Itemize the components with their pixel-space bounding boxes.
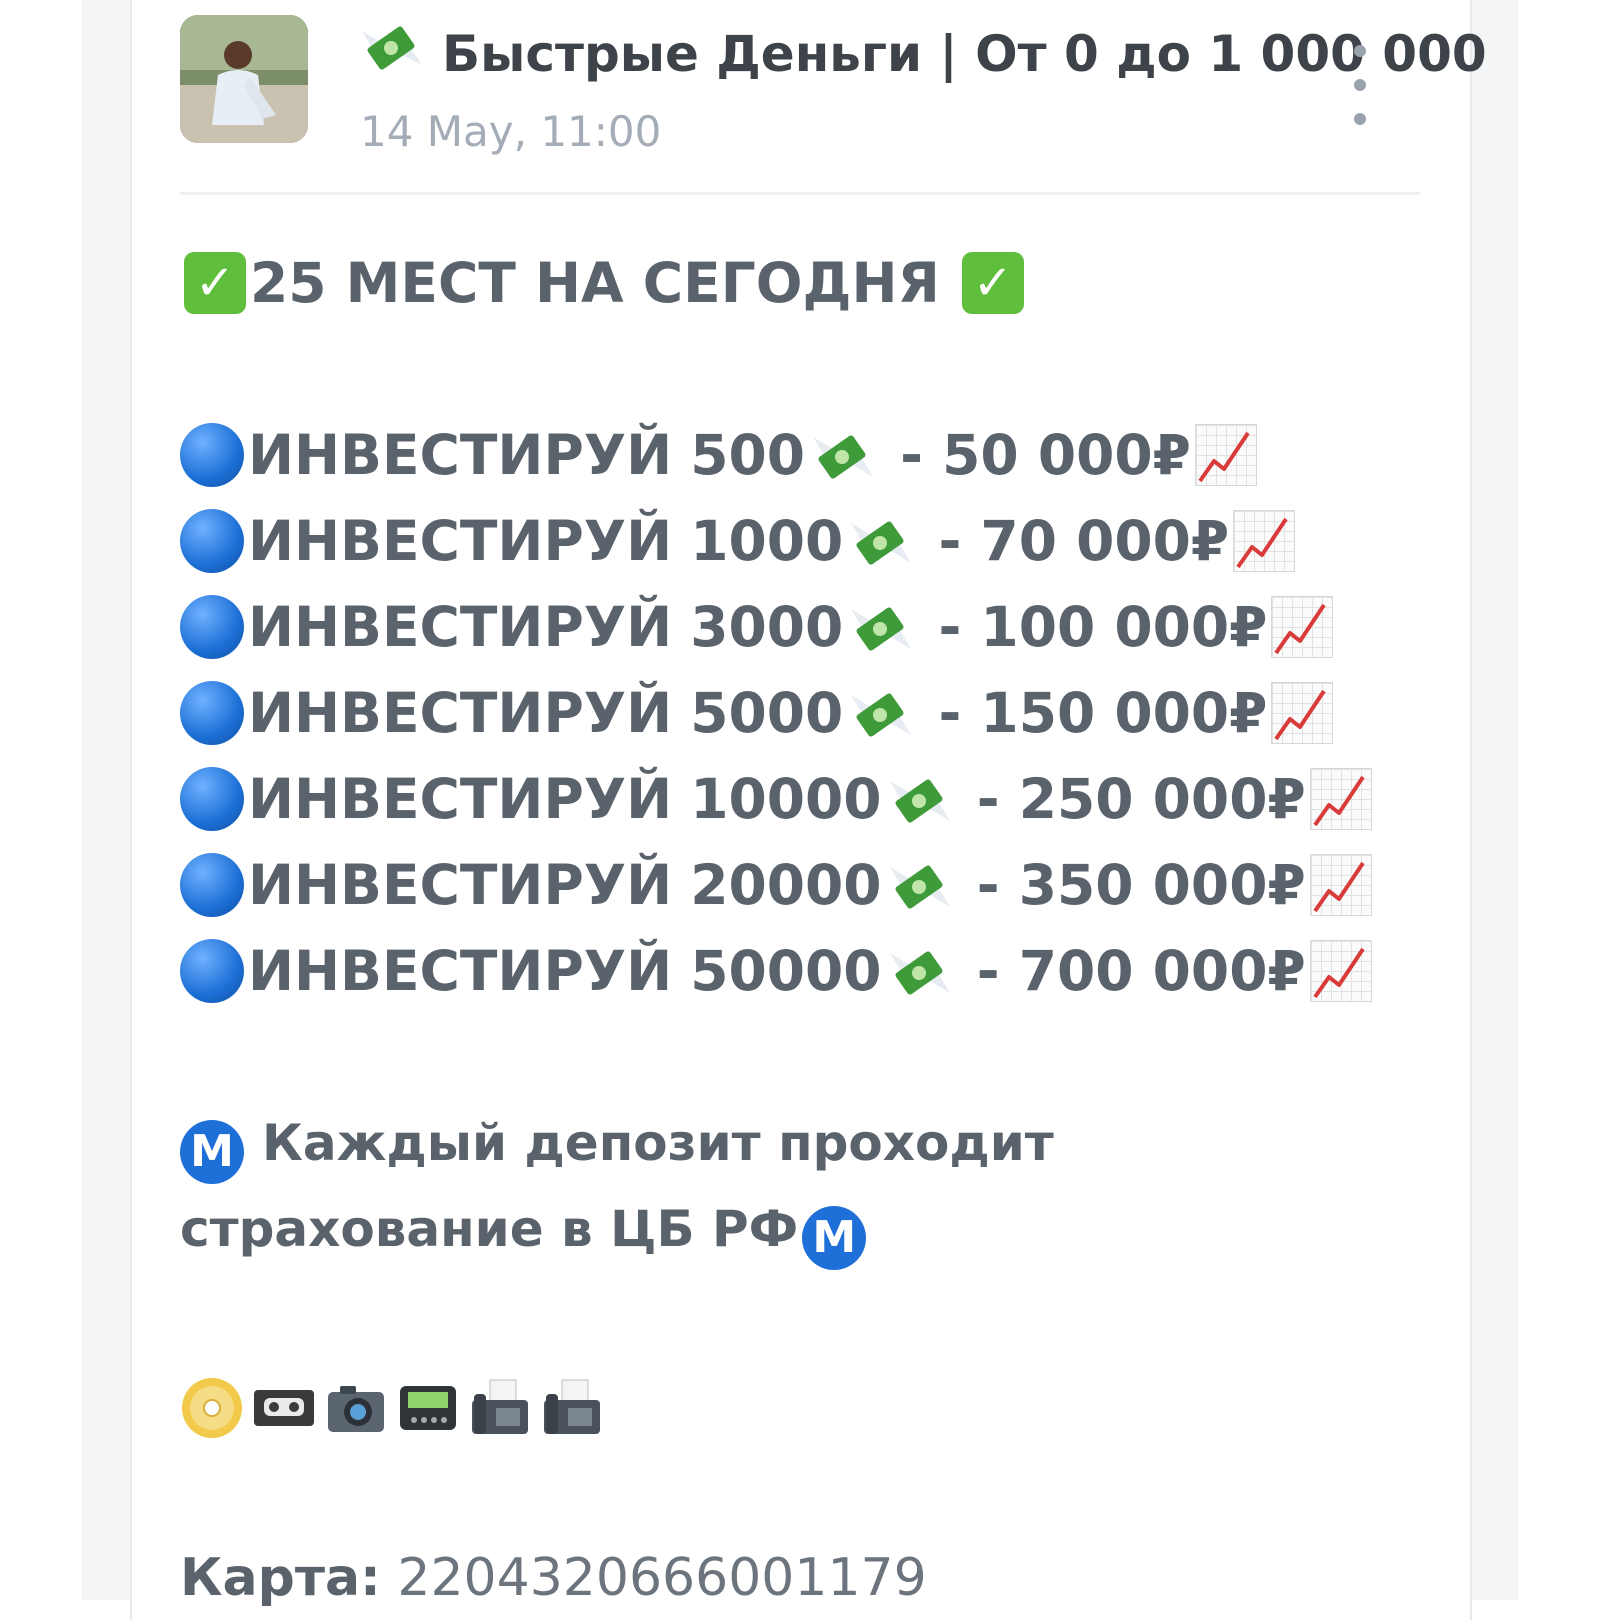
more-options-button[interactable] <box>1340 45 1380 125</box>
money-with-wings-icon <box>849 683 913 743</box>
card-number[interactable]: 2204320666001179 <box>397 1548 926 1608</box>
offer-label: ИНВЕСТИРУЙ <box>248 939 673 1003</box>
blue-circle-icon <box>180 853 244 917</box>
offer-label: ИНВЕСТИРУЙ <box>248 767 673 831</box>
offer-result: 100 000₽ <box>980 595 1268 659</box>
offer-label: ИНВЕСТИРУЙ <box>248 853 673 917</box>
pager-icon <box>400 1386 456 1430</box>
offer-row: ИНВЕСТИРУЙ 3000 - 100 000₽ <box>180 584 1420 670</box>
blue-circle-icon <box>180 681 244 745</box>
offer-amount: 500 <box>690 423 806 487</box>
offer-result: 700 000₽ <box>1018 939 1306 1003</box>
money-with-wings-icon <box>849 511 913 571</box>
emoji-row <box>180 1368 1420 1448</box>
offer-amount: 3000 <box>690 595 844 659</box>
offer-separator: - <box>919 681 981 745</box>
videocassette-icon <box>254 1390 314 1426</box>
blue-circle-icon <box>180 767 244 831</box>
chart-increasing-icon <box>1309 940 1372 1002</box>
chart-increasing-icon <box>1271 682 1334 744</box>
blue-circle-icon <box>180 939 244 1003</box>
money-with-wings-icon <box>360 21 424 77</box>
money-with-wings-icon <box>888 769 952 829</box>
post-body: ✓ 25 МЕСТ НА СЕГОДНЯ ✓ ИНВЕСТИРУЙ 500 - 5… <box>180 240 1420 1608</box>
offer-label: ИНВЕСТИРУЙ <box>248 681 673 745</box>
money-with-wings-icon <box>888 855 952 915</box>
chart-increasing-icon <box>1309 854 1372 916</box>
fax-icon <box>544 1379 600 1434</box>
offer-list: ИНВЕСТИРУЙ 500 - 50 000₽ ИНВЕСТИРУЙ 1000 - … <box>180 412 1420 1014</box>
offer-result: 50 000₽ <box>942 423 1191 487</box>
chart-increasing-icon <box>1194 424 1257 486</box>
camera-icon <box>328 1386 384 1432</box>
money-with-wings-icon <box>811 425 875 485</box>
money-with-wings-icon <box>849 597 913 657</box>
offer-amount: 50000 <box>690 939 882 1003</box>
metro-m-icon: M <box>802 1206 867 1270</box>
offer-amount: 1000 <box>690 509 844 573</box>
chart-increasing-icon <box>1309 768 1372 830</box>
offer-separator: - <box>881 423 943 487</box>
card-info: Карта: 2204320666001179 <box>180 1548 1420 1608</box>
offer-amount: 5000 <box>690 681 844 745</box>
offer-amount: 20000 <box>690 853 882 917</box>
post-date: 14 May, 11:00 <box>360 107 662 156</box>
offer-separator: - <box>957 853 1019 917</box>
offer-label: ИНВЕСТИРУЙ <box>248 423 673 487</box>
offer-amount: 10000 <box>690 767 882 831</box>
offer-separator: - <box>957 767 1019 831</box>
offer-row: ИНВЕСТИРУЙ 50000 - 700 000₽ <box>180 928 1420 1014</box>
offer-separator: - <box>919 595 981 659</box>
blue-circle-icon <box>180 423 244 487</box>
channel-title-text: Быстрые Деньги | От 0 до 1 000 000 <box>442 25 1487 83</box>
offer-result: 350 000₽ <box>1018 853 1306 917</box>
headline-text: 25 МЕСТ НА СЕГОДНЯ <box>250 251 940 315</box>
card-label: Карта: <box>180 1548 381 1608</box>
more-dot-icon <box>1354 45 1366 57</box>
money-with-wings-icon <box>888 941 952 1001</box>
offer-result: 70 000₽ <box>980 509 1230 573</box>
check-mark-icon: ✓ <box>184 252 246 314</box>
chart-increasing-icon <box>1271 596 1334 658</box>
channel-title[interactable]: Быстрые Деньги | От 0 до 1 000 000 <box>360 21 1490 84</box>
offer-row: ИНВЕСТИРУЙ 20000 - 350 000₽ <box>180 842 1420 928</box>
offer-separator: - <box>919 509 981 573</box>
channel-avatar[interactable] <box>180 15 308 143</box>
blue-circle-icon <box>180 509 244 573</box>
insurance-text: Каждый депозит проходит страхование в ЦБ… <box>180 1114 1054 1258</box>
offer-label: ИНВЕСТИРУЙ <box>248 595 673 659</box>
offer-result: 250 000₽ <box>1018 767 1306 831</box>
metro-m-icon: M <box>180 1120 244 1184</box>
offer-row: ИНВЕСТИРУЙ 1000 - 70 000₽ <box>180 498 1420 584</box>
offer-result: 150 000₽ <box>980 681 1268 745</box>
check-mark-icon: ✓ <box>961 252 1024 314</box>
post-header: Быстрые Деньги | От 0 до 1 000 000 14 Ma… <box>180 15 1487 156</box>
offer-row: ИНВЕСТИРУЙ 500 - 50 000₽ <box>180 412 1420 498</box>
offer-row: ИНВЕСТИРУЙ 5000 - 150 000₽ <box>180 670 1420 756</box>
chart-increasing-icon <box>1233 510 1296 572</box>
more-dot-icon <box>1354 79 1366 91</box>
headline: ✓ 25 МЕСТ НА СЕГОДНЯ ✓ <box>180 240 1420 326</box>
offer-row: ИНВЕСТИРУЙ 10000 - 250 000₽ <box>180 756 1420 842</box>
dvd-icon <box>182 1378 242 1438</box>
more-dot-icon <box>1354 113 1366 125</box>
blue-circle-icon <box>180 595 244 659</box>
insurance-note: M Каждый депозит проходит страхование в Ц… <box>180 1100 1420 1272</box>
offer-label: ИНВЕСТИРУЙ <box>248 509 673 573</box>
header-divider <box>180 192 1420 195</box>
offer-separator: - <box>957 939 1019 1003</box>
fax-icon <box>472 1379 528 1434</box>
